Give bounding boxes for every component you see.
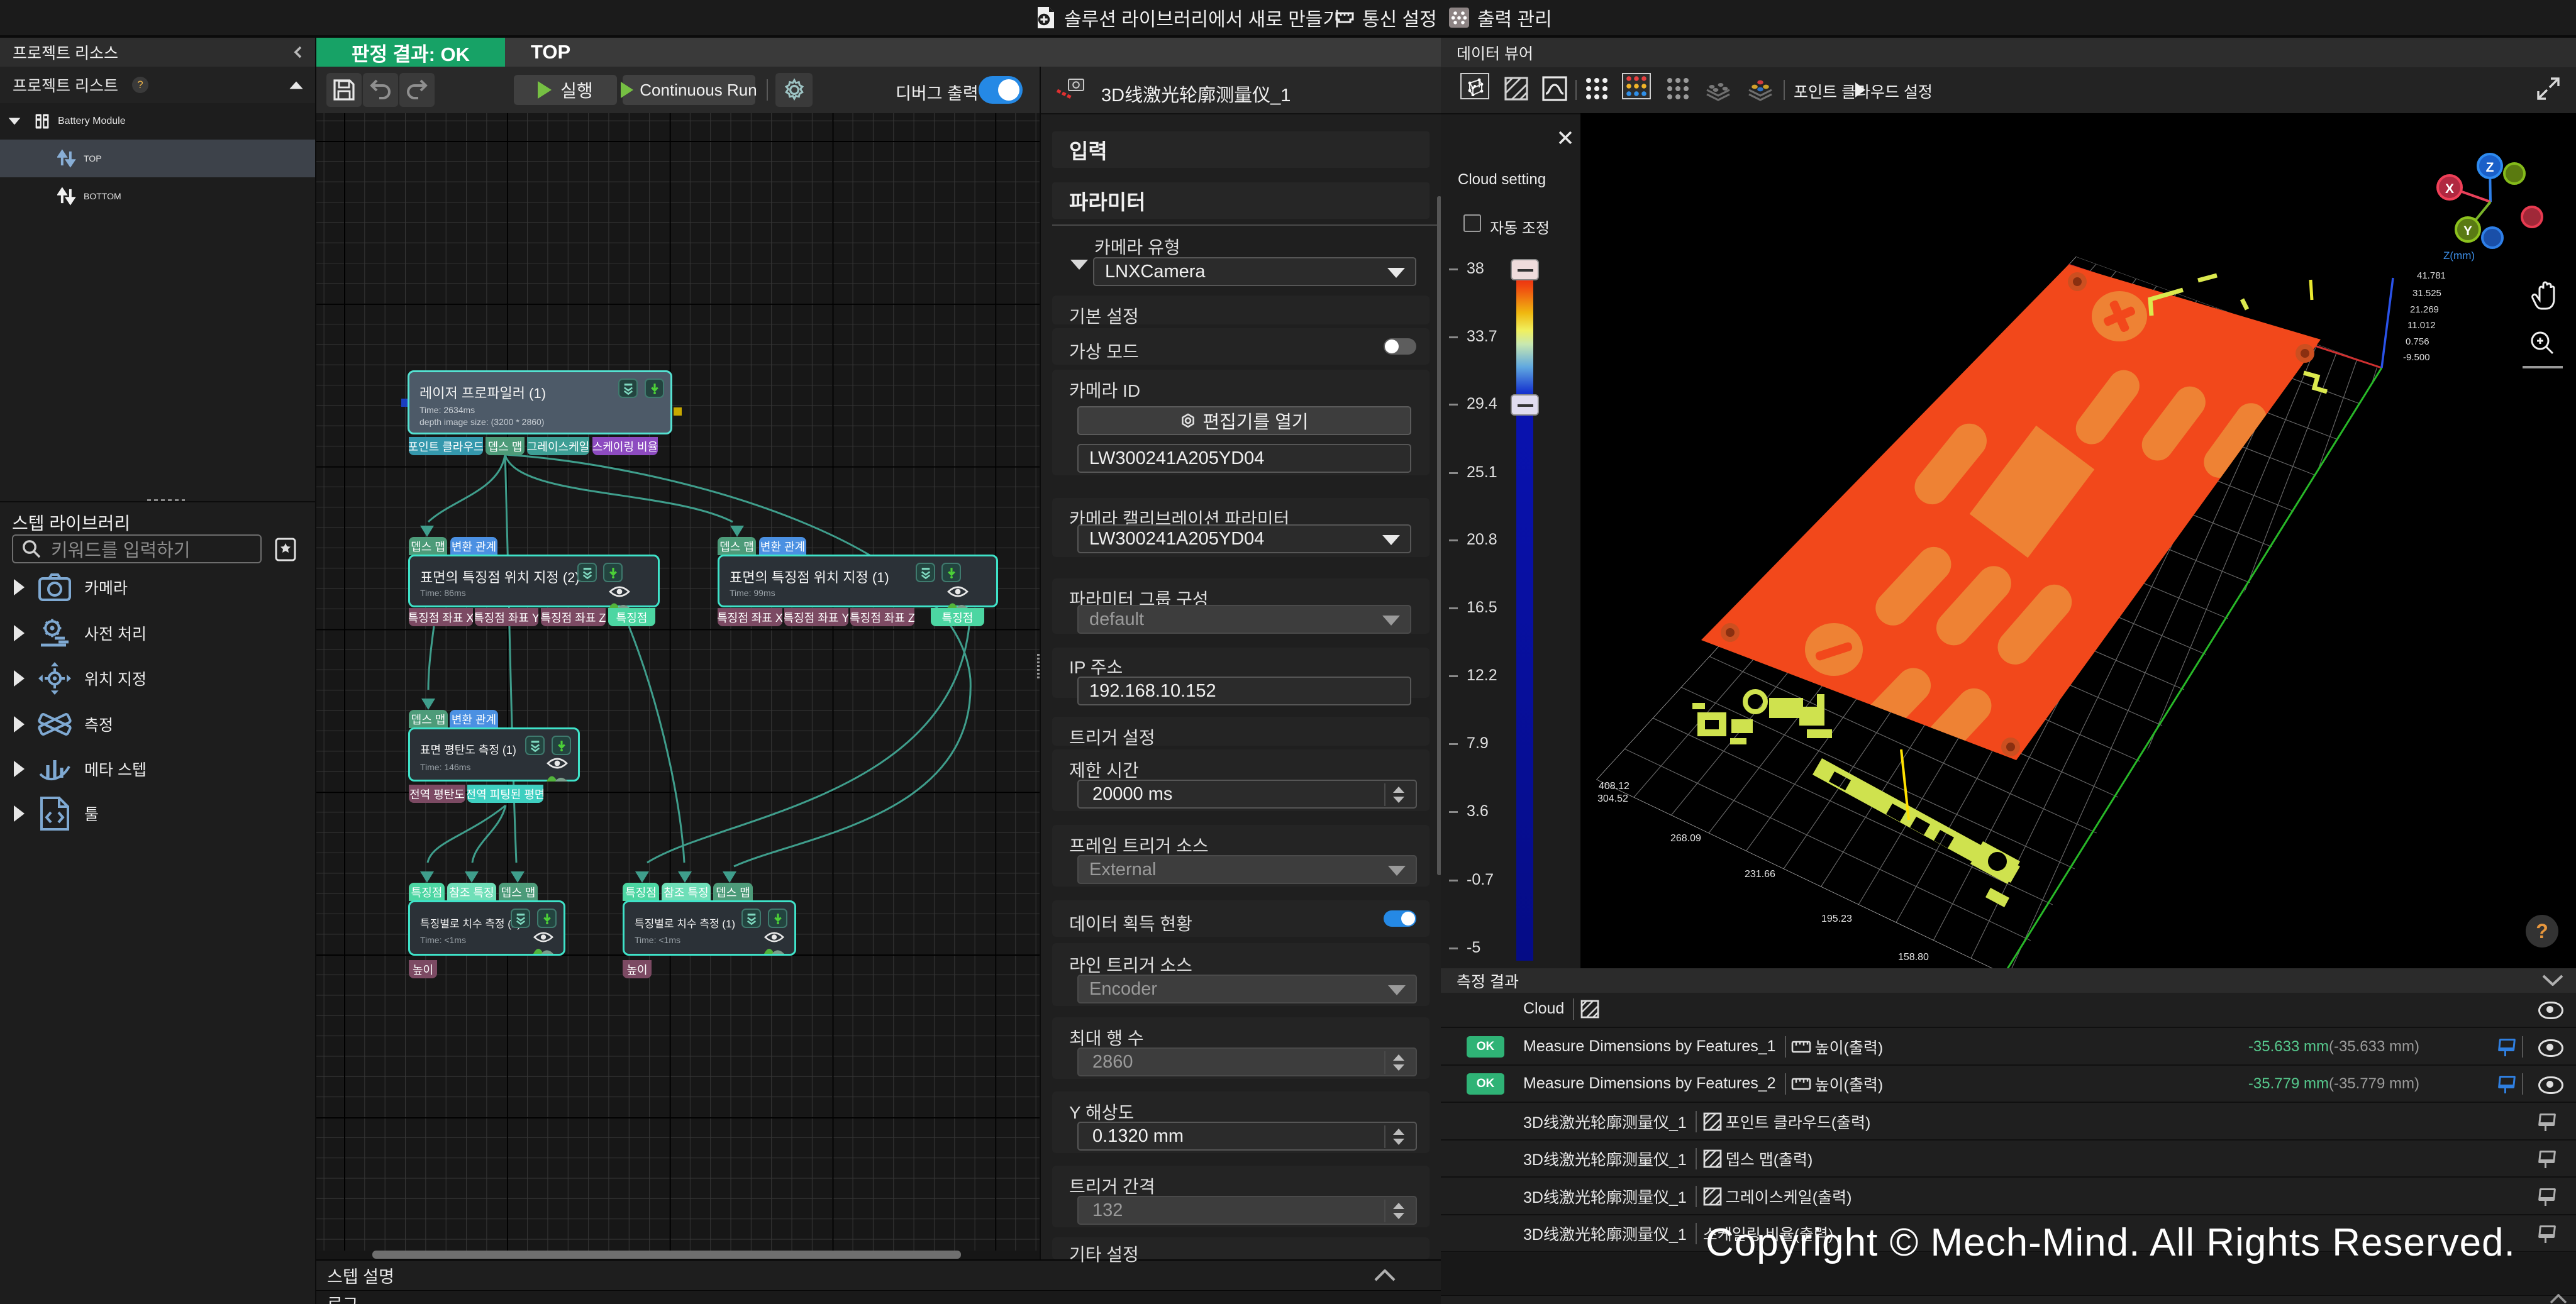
svg-text:Z: Z — [2486, 160, 2494, 175]
svg-text:268.09: 268.09 — [1670, 833, 1701, 844]
svg-text:195.23: 195.23 — [1821, 914, 1852, 924]
svg-text:158.80: 158.80 — [1898, 952, 1929, 963]
svg-text:-9.500: -9.500 — [2403, 352, 2430, 363]
svg-text:?: ? — [2536, 920, 2548, 942]
svg-text:231.66: 231.66 — [1745, 869, 1775, 880]
svg-text:11.012: 11.012 — [2407, 320, 2436, 331]
svg-text:31.525: 31.525 — [2412, 288, 2441, 299]
svg-text:304.52: 304.52 — [1597, 793, 1628, 804]
svg-text:Y: Y — [2463, 224, 2472, 238]
svg-text:X: X — [2445, 182, 2454, 196]
svg-text:Z(mm): Z(mm) — [2443, 250, 2475, 262]
svg-text:21.269: 21.269 — [2410, 304, 2439, 315]
svg-text:41.781: 41.781 — [2417, 270, 2446, 281]
svg-text:0.756: 0.756 — [2406, 336, 2429, 347]
svg-text:408.12: 408.12 — [1599, 781, 1629, 792]
